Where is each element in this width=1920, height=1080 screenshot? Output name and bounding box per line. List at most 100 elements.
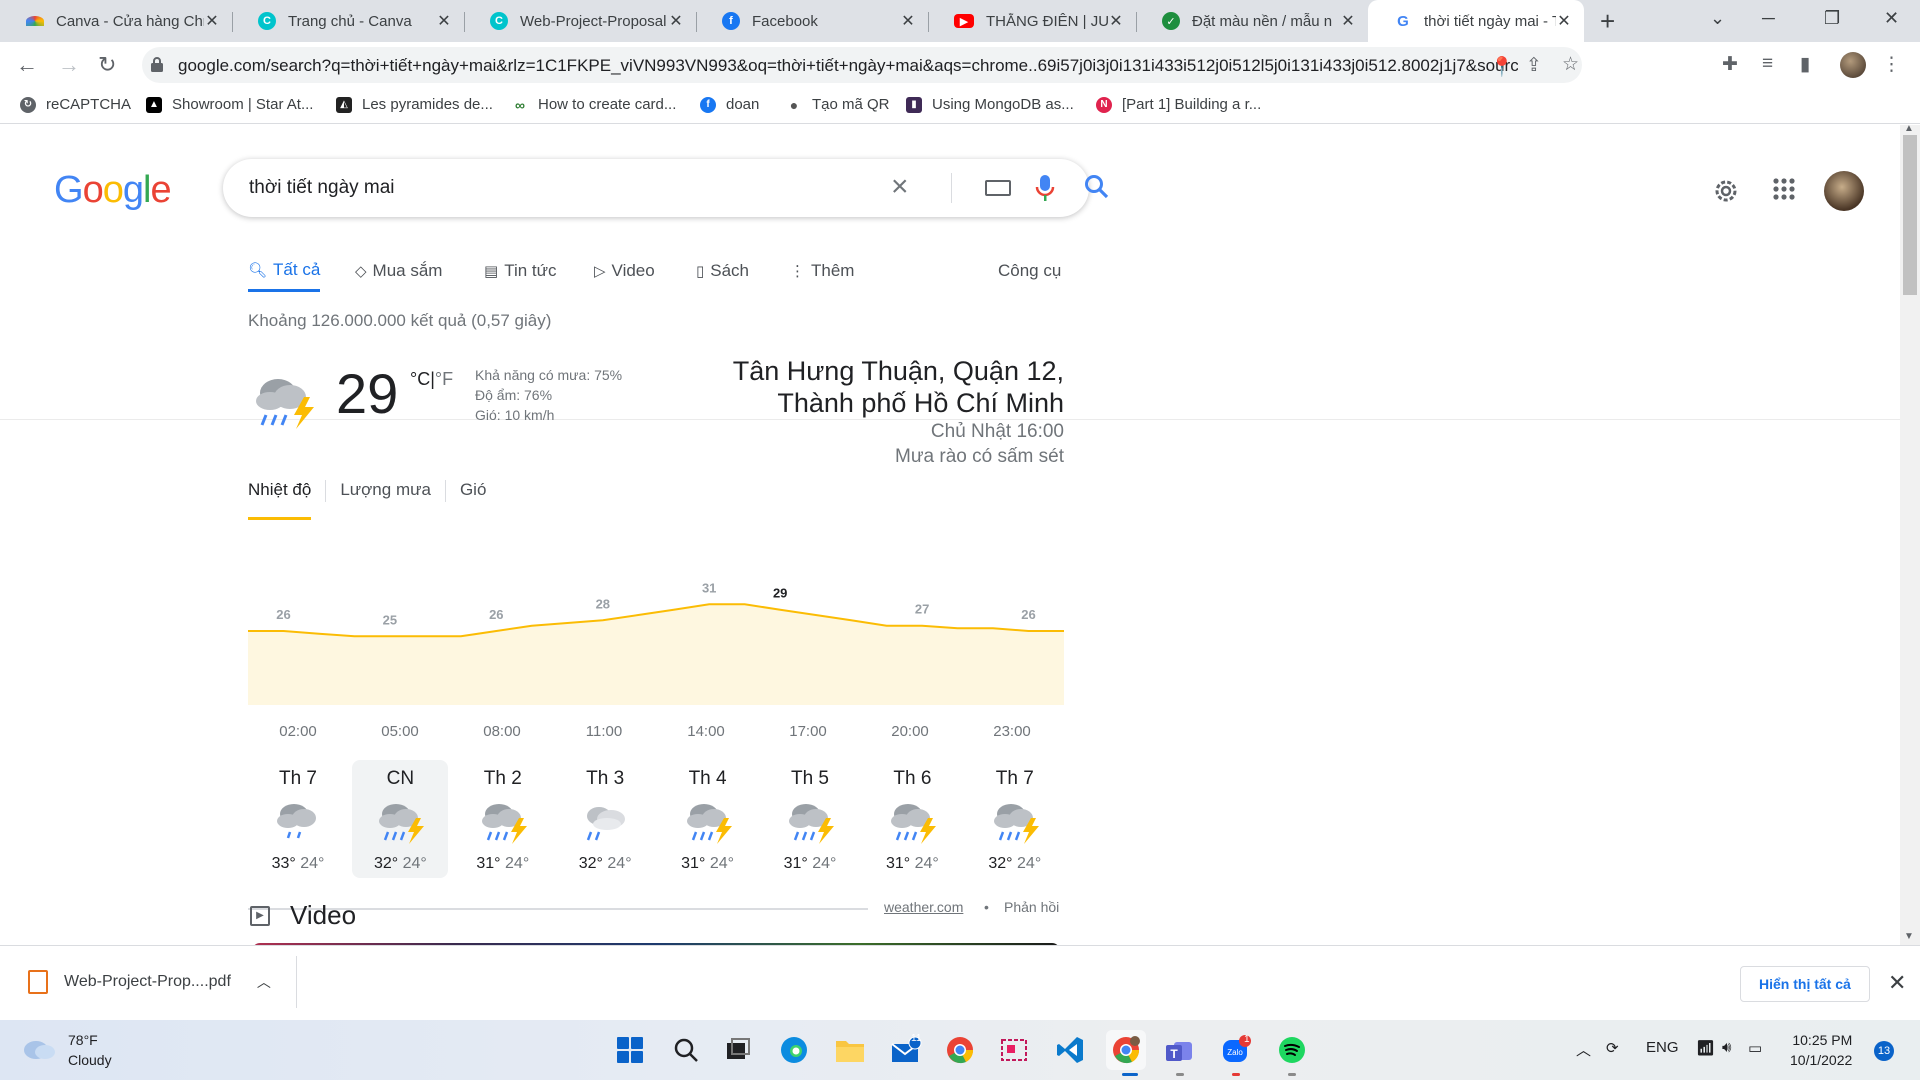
browser-tab-active[interactable]: G thời tiết ngày mai - Tì ✕ xyxy=(1368,0,1584,42)
taskbar-weather-widget[interactable]: 78°F Cloudy xyxy=(22,1030,112,1070)
close-tab-icon[interactable]: ✕ xyxy=(1556,11,1572,31)
day-forecast[interactable]: Th 4 31° 24° xyxy=(660,760,756,878)
volume-icon[interactable]: 🔊︎ xyxy=(1722,1039,1731,1056)
extensions-icon[interactable]: ✚ xyxy=(1722,53,1738,76)
wifi-icon[interactable]: 📶︎ xyxy=(1696,1039,1715,1057)
chrome-icon[interactable] xyxy=(940,1030,980,1070)
close-tab-icon[interactable]: ✕ xyxy=(1340,11,1356,31)
day-forecast[interactable]: Th 2 31° 24° xyxy=(455,760,551,878)
reload-icon[interactable]: ↻ xyxy=(98,52,116,78)
day-forecast[interactable]: Th 6 31° 24° xyxy=(864,760,960,878)
edge-icon[interactable] xyxy=(774,1030,814,1070)
close-tab-icon[interactable]: ✕ xyxy=(1108,11,1124,31)
bookmark-item[interactable]: ▲ Showroom | Star At... xyxy=(146,96,313,113)
chevron-up-icon[interactable]: ︿ xyxy=(257,972,271,992)
bookmark-item[interactable]: ● Tạo mã QR xyxy=(786,96,890,113)
snipping-tool-icon[interactable] xyxy=(994,1030,1034,1070)
day-forecast[interactable]: Th 3 32° 24° xyxy=(557,760,653,878)
bookmark-item[interactable]: ↻ reCAPTCHA xyxy=(20,96,131,113)
celsius-button[interactable]: °C xyxy=(410,369,430,389)
search-input[interactable]: thời tiết ngày mai xyxy=(249,177,395,199)
system-clock[interactable]: 10:25 PM 10/1/2022 xyxy=(1790,1030,1852,1070)
browser-tab[interactable]: ▶ THẰNG ĐIÊN | JUSTAT ✕ xyxy=(928,0,1136,42)
close-tab-icon[interactable]: ✕ xyxy=(204,11,220,31)
vscode-icon[interactable] xyxy=(1050,1030,1090,1070)
google-logo[interactable]: Google xyxy=(54,169,172,212)
bookmark-item[interactable]: f doan xyxy=(700,96,759,113)
spotify-icon[interactable] xyxy=(1272,1030,1312,1070)
day-forecast[interactable]: CN 32° 24° xyxy=(352,760,449,878)
day-forecast[interactable]: Th 7 33° 24° xyxy=(250,760,346,878)
location-icon[interactable]: 📍 xyxy=(1490,55,1514,79)
bookmark-item[interactable]: N [Part 1] Building a r... xyxy=(1096,96,1261,113)
back-icon[interactable]: ← xyxy=(16,52,38,78)
day-forecast[interactable]: Th 7 32° 24° xyxy=(967,760,1063,878)
mail-icon[interactable]: 11 xyxy=(886,1030,926,1070)
page-scrollbar[interactable]: ▲ ▼ xyxy=(1900,123,1920,945)
sync-icon[interactable]: ⟳ xyxy=(1606,1039,1619,1057)
minimize-icon[interactable]: ─ xyxy=(1762,8,1775,29)
tab-search-chevron-icon[interactable]: ⌄ xyxy=(1710,8,1725,29)
tab-shopping[interactable]: ◇ Mua sắm xyxy=(355,250,442,292)
scroll-up-icon[interactable]: ▲ xyxy=(1904,123,1914,134)
weather-source-link[interactable]: weather.com xyxy=(884,899,963,915)
search-icon[interactable] xyxy=(1083,173,1111,201)
tab-books[interactable]: ▯ Sách xyxy=(696,250,749,292)
media-control-icon[interactable]: ≡ xyxy=(1762,53,1773,75)
apps-grid-icon[interactable] xyxy=(1772,177,1796,201)
tab-precipitation[interactable]: Lượng mưa xyxy=(340,480,431,520)
address-bar[interactable]: google.com/search?q=thời+tiết+ngày+mai&r… xyxy=(142,47,1582,83)
search-taskbar-icon[interactable] xyxy=(666,1030,706,1070)
start-icon[interactable] xyxy=(610,1030,650,1070)
browser-tab[interactable]: Canva - Cửa hàng Chr ✕ xyxy=(0,0,232,42)
restore-icon[interactable]: ❐ xyxy=(1824,8,1840,29)
scrollbar-thumb[interactable] xyxy=(1903,135,1917,295)
close-window-icon[interactable]: ✕ xyxy=(1884,8,1899,29)
task-view-icon[interactable] xyxy=(718,1030,758,1070)
notification-badge[interactable]: 13 xyxy=(1874,1041,1894,1061)
browser-tab[interactable]: ✓ Đặt màu nền / mẫu n ✕ xyxy=(1136,0,1368,42)
browser-tab[interactable]: f Facebook ✕ xyxy=(696,0,928,42)
chevron-up-icon[interactable]: ︿ xyxy=(1576,1039,1591,1060)
day-forecast[interactable]: Th 5 31° 24° xyxy=(762,760,858,878)
side-panel-icon[interactable]: ▮ xyxy=(1800,53,1810,76)
account-avatar[interactable] xyxy=(1824,171,1864,211)
bookmark-item[interactable]: ▮ Using MongoDB as... xyxy=(906,96,1074,113)
clear-search-icon[interactable]: × xyxy=(891,170,909,204)
show-all-downloads-button[interactable]: Hiển thị tất cả xyxy=(1740,966,1870,1002)
keyboard-icon[interactable] xyxy=(985,180,1011,196)
close-tab-icon[interactable]: ✕ xyxy=(436,11,452,31)
forward-icon[interactable]: → xyxy=(58,52,80,78)
tab-news[interactable]: ▤ Tin tức xyxy=(484,250,557,292)
settings-gear-icon[interactable] xyxy=(1712,177,1740,205)
close-tab-icon[interactable]: ✕ xyxy=(668,11,684,31)
scroll-down-icon[interactable]: ▼ xyxy=(1904,931,1914,942)
teams-icon[interactable]: T xyxy=(1160,1030,1200,1070)
tab-more[interactable]: ⋮ Thêm xyxy=(790,250,854,292)
profile-avatar[interactable] xyxy=(1840,52,1866,78)
new-tab-icon[interactable]: + xyxy=(1600,6,1615,37)
bookmark-item[interactable]: ◭ Les pyramides de... xyxy=(336,96,493,113)
close-tab-icon[interactable]: ✕ xyxy=(900,11,916,31)
close-download-bar-icon[interactable]: ✕ xyxy=(1888,970,1906,996)
language-indicator[interactable]: ENG xyxy=(1646,1039,1679,1056)
menu-dots-icon[interactable]: ⋮ xyxy=(1882,53,1901,76)
tab-video[interactable]: ▷ Video xyxy=(594,250,655,292)
star-icon[interactable]: ☆ xyxy=(1562,53,1579,76)
fahrenheit-button[interactable]: °F xyxy=(435,369,453,389)
browser-tab[interactable]: C Web-Project-Proposal ✕ xyxy=(464,0,696,42)
feedback-link[interactable]: Phản hồi xyxy=(1004,899,1059,915)
bookmark-item[interactable]: ∞ How to create card... xyxy=(512,96,676,113)
chrome-profile-icon[interactable] xyxy=(1106,1030,1146,1070)
search-box[interactable]: thời tiết ngày mai × xyxy=(223,159,1109,217)
file-explorer-icon[interactable] xyxy=(830,1030,870,1070)
tab-all[interactable]: 🔍︎ Tất cả xyxy=(248,250,321,292)
zalo-icon[interactable]: Zalo 1 xyxy=(1216,1030,1256,1070)
tab-wind[interactable]: Gió xyxy=(460,480,486,520)
browser-tab[interactable]: C Trang chủ - Canva ✕ xyxy=(232,0,464,42)
battery-icon[interactable]: ▭ xyxy=(1748,1039,1762,1057)
tools-button[interactable]: Công cụ xyxy=(998,250,1061,292)
download-item[interactable]: Web-Project-Prop....pdf ︿ xyxy=(12,952,294,1012)
microphone-icon[interactable] xyxy=(1035,173,1055,203)
share-icon[interactable]: ⇪ xyxy=(1526,54,1542,77)
